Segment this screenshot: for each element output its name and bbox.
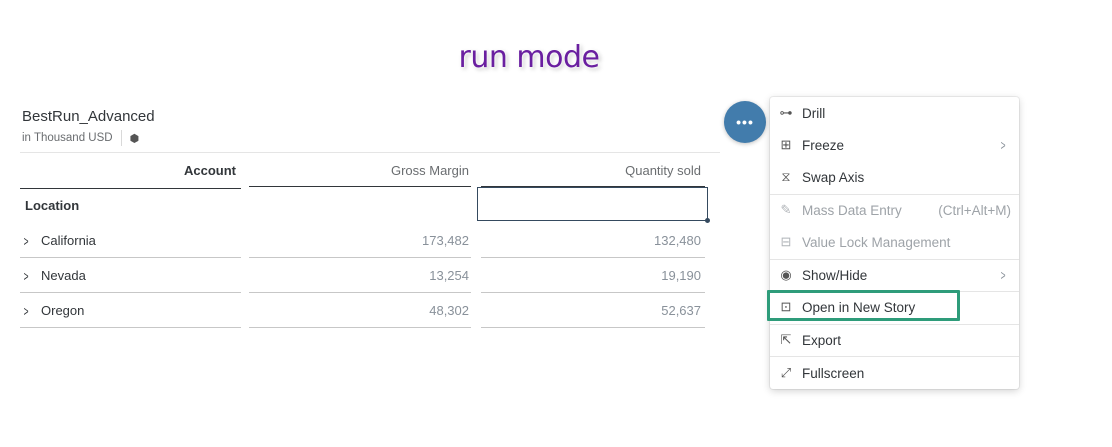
header-divider	[20, 152, 720, 153]
cell-gross-margin[interactable]: 173,482	[249, 233, 469, 248]
chevron-right-icon[interactable]: >	[24, 233, 29, 249]
menu-item-show-hide[interactable]: ◉ Show/Hide >	[770, 259, 1019, 291]
cell-quantity-sold[interactable]: 132,480	[481, 233, 701, 248]
menu-item-value-lock-management[interactable]: ⊟ Value Lock Management	[770, 226, 1019, 258]
row-header-location: Location	[25, 198, 80, 213]
fullscreen-icon: ⤢	[780, 365, 792, 380]
menu-item-mass-data-entry[interactable]: ✎ Mass Data Entry (Ctrl+Alt+M)	[770, 194, 1019, 226]
row-divider	[481, 327, 705, 328]
row-divider	[249, 292, 471, 293]
chevron-right-icon: >	[1000, 267, 1006, 283]
table-row[interactable]: > Oregon 48,302 52,637	[0, 303, 720, 338]
menu-item-export[interactable]: ⇱ Export	[770, 324, 1019, 356]
cell-gross-margin[interactable]: 48,302	[249, 303, 469, 318]
freeze-icon: ⊞	[780, 137, 792, 152]
menu-item-label: Drill	[802, 105, 826, 121]
menu-item-freeze[interactable]: ⊞ Freeze >	[770, 129, 1019, 161]
shortcut-label: (Ctrl+Alt+M)	[938, 202, 1011, 218]
chevron-right-icon[interactable]: >	[24, 303, 29, 319]
menu-item-label: Fullscreen	[802, 365, 865, 381]
row-divider	[481, 257, 705, 258]
cell-handle[interactable]	[705, 218, 710, 223]
menu-item-drill[interactable]: ⊶ Drill	[770, 97, 1019, 129]
column-header-quantity-sold[interactable]: Quantity sold	[481, 163, 701, 178]
widget-subtitle: in Thousand USD ⬢	[22, 130, 139, 146]
row-divider	[249, 257, 471, 258]
export-icon: ⇱	[780, 332, 792, 347]
selected-cell[interactable]	[477, 187, 710, 223]
row-divider	[20, 327, 241, 328]
highlight-box	[767, 290, 960, 321]
menu-item-label: Export	[802, 332, 842, 348]
row-divider	[20, 257, 241, 258]
row-label: Oregon	[41, 303, 85, 318]
cube-icon: ⬢	[129, 132, 140, 145]
widget-title: BestRun_Advanced	[22, 108, 155, 125]
run-mode-caption: run mode	[458, 40, 600, 75]
column-header-gross-margin[interactable]: Gross Margin	[249, 163, 469, 178]
context-menu: ⊶ Drill ⊞ Freeze > ⧖ Swap Axis ✎ Mass Da…	[770, 97, 1019, 389]
row-divider	[249, 327, 471, 328]
mass-data-entry-icon: ✎	[780, 202, 792, 217]
row-divider	[481, 292, 705, 293]
menu-item-label: Swap Axis	[802, 169, 865, 185]
column-header-account[interactable]: Account	[20, 163, 236, 178]
menu-item-label: Freeze	[802, 137, 845, 153]
row-label: California	[41, 233, 96, 248]
table-row[interactable]: > Nevada 13,254 19,190	[0, 268, 720, 303]
header-underline	[20, 188, 241, 189]
divider	[120, 130, 122, 146]
cell-quantity-sold[interactable]: 52,637	[481, 303, 701, 318]
cell-gross-margin[interactable]: 13,254	[249, 268, 469, 283]
value-lock-icon: ⊟	[780, 234, 792, 249]
menu-item-fullscreen[interactable]: ⤢ Fullscreen	[770, 357, 1019, 389]
more-actions-button[interactable]: •••	[724, 101, 766, 143]
menu-item-label: Mass Data Entry	[802, 202, 902, 218]
header-underline	[249, 186, 471, 187]
chevron-right-icon: >	[1000, 137, 1006, 153]
cell-quantity-sold[interactable]: 19,190	[481, 268, 701, 283]
eye-icon: ◉	[780, 267, 792, 282]
row-divider	[20, 292, 241, 293]
menu-item-label: Value Lock Management	[802, 234, 951, 250]
menu-item-label: Show/Hide	[802, 267, 868, 283]
row-label: Nevada	[41, 268, 86, 283]
chevron-right-icon[interactable]: >	[24, 268, 29, 284]
table-row[interactable]: > California 173,482 132,480	[0, 233, 720, 268]
drill-icon: ⊶	[779, 105, 793, 120]
menu-item-swap-axis[interactable]: ⧖ Swap Axis	[770, 161, 1019, 193]
swap-axis-icon: ⧖	[781, 169, 791, 184]
unit-label: in Thousand USD	[22, 132, 113, 144]
